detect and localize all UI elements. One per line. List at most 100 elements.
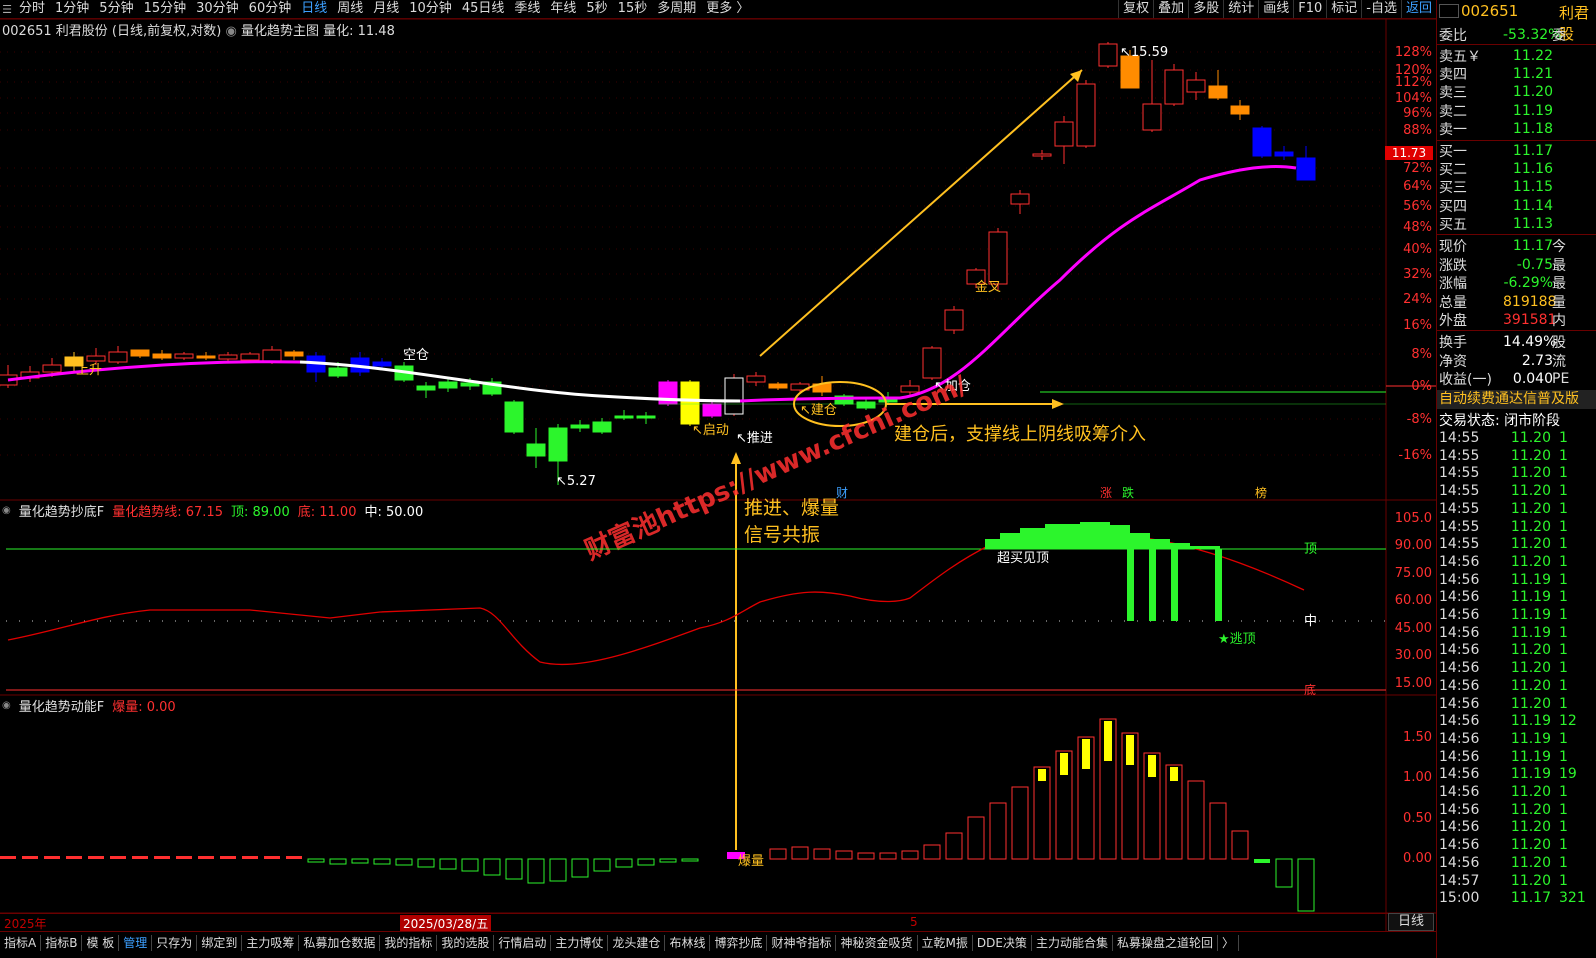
indicator-tab[interactable]: 主力博仗	[551, 935, 609, 951]
candle[interactable]	[1252, 126, 1272, 158]
candle[interactable]	[1296, 146, 1316, 181]
indicator-tab[interactable]: 行情启动	[494, 935, 552, 951]
candle[interactable]	[482, 378, 502, 396]
candle[interactable]	[1208, 70, 1228, 100]
candle[interactable]	[1274, 146, 1294, 160]
candle[interactable]	[1076, 80, 1096, 148]
indicator-tab[interactable]: 指标A	[0, 935, 42, 951]
candle[interactable]	[108, 346, 128, 364]
axis-label: 90.00	[1395, 538, 1432, 553]
indicator-tab[interactable]: 主力吸筹	[242, 935, 300, 951]
candle[interactable]	[350, 352, 370, 376]
event-mark: 涨	[1100, 485, 1112, 500]
candle[interactable]	[284, 350, 304, 360]
candle[interactable]	[592, 418, 612, 434]
candle[interactable]	[0, 365, 18, 388]
candle[interactable]	[680, 380, 700, 426]
kline-chart[interactable]: 128%120%112%104%96%88%72%64%56%48%40%32%…	[0, 0, 1436, 931]
indicator-tab[interactable]: 主力动能合集	[1032, 935, 1113, 951]
panel2-line-label: 量化趋势线:	[112, 505, 182, 520]
indicator-tab[interactable]: 指标B	[41, 935, 83, 951]
indicator-tab[interactable]: 私募加仓数据	[299, 935, 381, 951]
notice-banner[interactable]: 自动续费通达信普及版	[1437, 390, 1596, 409]
indicator-tab[interactable]: 模 板	[82, 935, 120, 951]
candle-body	[372, 361, 392, 367]
candle[interactable]	[504, 400, 524, 434]
indicator-tab[interactable]: 私募操盘之道轮回	[1113, 935, 1218, 951]
candle[interactable]	[218, 352, 238, 361]
axis-label: 32%	[1403, 267, 1432, 282]
candle[interactable]	[1098, 42, 1118, 68]
candle[interactable]	[614, 410, 634, 420]
momentum-bar	[483, 858, 501, 876]
candle[interactable]	[1142, 60, 1162, 132]
tick-volume: 1	[1559, 819, 1568, 836]
panel2-name[interactable]: 量化趋势抄底F	[19, 501, 104, 520]
tick-volume: 321	[1559, 890, 1586, 907]
indicator-tab[interactable]: 布林线	[665, 935, 711, 951]
indicator-tab[interactable]: 〉	[1218, 935, 1239, 951]
indicator-tab[interactable]: 龙头建仓	[608, 935, 666, 951]
candle-body	[1010, 193, 1030, 205]
period-button[interactable]: 日线	[1388, 913, 1434, 931]
quote-tail: 流	[1552, 353, 1566, 370]
candle[interactable]	[1054, 116, 1074, 164]
indicator-tab[interactable]: 绑定到	[197, 935, 243, 951]
panel3-name[interactable]: 量化趋势动能F	[19, 696, 104, 715]
candle[interactable]	[20, 366, 40, 382]
tick-volume: 1	[1559, 553, 1568, 570]
indicator-tab[interactable]: 管理	[119, 935, 153, 951]
momentum-bar	[154, 856, 170, 859]
candle[interactable]	[570, 420, 590, 432]
tick-time: 14:56	[1439, 730, 1480, 747]
tick-row: 14:55 11.20 1	[1437, 519, 1596, 537]
momentum-bar	[637, 858, 655, 866]
candle[interactable]	[636, 412, 656, 424]
candle[interactable]	[306, 352, 326, 382]
indicator-tab[interactable]: 立乾M振	[918, 935, 973, 951]
candle[interactable]	[1164, 64, 1184, 106]
quote-panel: 002651 利君股 委比 -53.32% 委卖五￥ 11.22 卖四 11.21 卖三 11…	[1436, 0, 1596, 958]
candle[interactable]	[1032, 150, 1052, 160]
indicator-tab[interactable]: 只存为	[152, 935, 198, 951]
tick-time: 14:56	[1439, 748, 1480, 765]
candle[interactable]	[130, 349, 150, 358]
momentum-bar	[110, 856, 126, 859]
quote-label: 卖二	[1439, 103, 1467, 120]
momentum-bar	[351, 858, 369, 864]
candle[interactable]	[768, 382, 788, 390]
indicator-tab[interactable]: 神秘资金吸货	[836, 935, 918, 951]
tick-row: 14:55 11.20 1	[1437, 448, 1596, 466]
indicator-tab[interactable]: 博弈抄底	[710, 935, 768, 951]
candle[interactable]	[174, 352, 194, 360]
candle[interactable]	[1186, 72, 1206, 100]
indicator-name[interactable]: 量化趋势主图	[241, 24, 319, 39]
quote-code: 002651	[1461, 2, 1519, 20]
candle[interactable]	[526, 428, 546, 468]
indicator-tab[interactable]: DDE决策	[973, 935, 1032, 951]
candle[interactable]	[790, 382, 810, 392]
quote-label: 收益(一)	[1439, 372, 1492, 388]
indicator-tab[interactable]: 我的选股	[437, 935, 495, 951]
momentum-bar	[220, 856, 236, 859]
layout-icon[interactable]	[1439, 4, 1459, 18]
candle[interactable]	[152, 350, 172, 360]
candle[interactable]	[372, 358, 392, 368]
candle[interactable]	[416, 382, 436, 398]
quote-value: -53.32%	[1503, 27, 1562, 43]
candle[interactable]	[922, 346, 942, 380]
candle[interactable]	[1010, 190, 1030, 214]
indicator-tab[interactable]: 我的指标	[380, 935, 438, 951]
candle[interactable]	[196, 352, 216, 360]
tick-time: 14:56	[1439, 642, 1480, 659]
candle-body	[570, 424, 590, 429]
candle[interactable]	[944, 306, 964, 334]
momentum-bar	[66, 856, 82, 859]
candle[interactable]	[1230, 100, 1250, 120]
candle[interactable]	[658, 380, 678, 406]
indicator-tab[interactable]: 财神爷指标	[767, 935, 837, 951]
panel3-dot-icon[interactable]: ◉	[2, 700, 11, 711]
candle-body	[174, 353, 194, 359]
candle[interactable]	[746, 372, 766, 386]
panel2-dot-icon[interactable]: ◉	[2, 505, 11, 516]
